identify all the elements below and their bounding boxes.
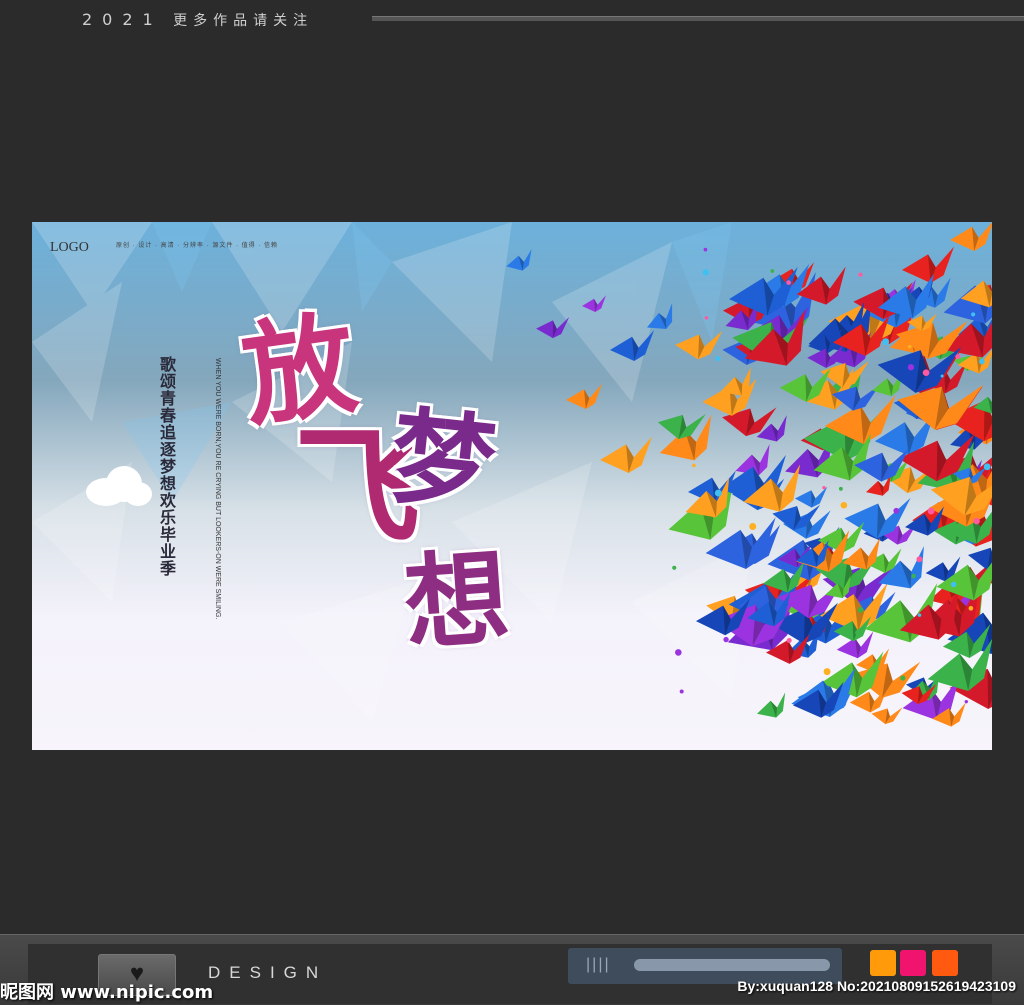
confetti-dot <box>922 369 930 377</box>
confetti-dot <box>893 507 900 514</box>
confetti-dot <box>971 312 976 317</box>
origami-birds-illustration <box>506 222 992 727</box>
origami-bird <box>646 302 673 329</box>
origami-bird <box>610 330 654 361</box>
origami-bird <box>536 317 570 339</box>
confetti-dot <box>786 280 791 285</box>
confetti-dot <box>714 489 722 497</box>
confetti-dot <box>822 485 826 490</box>
confetti-dot <box>955 354 961 360</box>
confetti-dot <box>704 316 709 320</box>
design-label: DESIGN <box>208 963 328 982</box>
confetti-dot <box>900 675 906 681</box>
watermark-site: 昵图网 www.nipic.com <box>0 982 214 1003</box>
confetti-dot <box>973 517 980 525</box>
confetti-dot <box>855 629 862 637</box>
confetti-dot <box>679 689 684 694</box>
confetti-dot <box>927 507 935 515</box>
slider-track[interactable] <box>634 959 830 971</box>
color-swatch-pink[interactable] <box>900 950 926 976</box>
confetti-dot <box>786 637 792 643</box>
origami-bird <box>582 295 606 312</box>
confetti-dot <box>692 463 696 468</box>
confetti-dot <box>674 649 682 656</box>
origami-bird <box>675 330 723 360</box>
origami-bird <box>950 222 992 251</box>
confetti-dot <box>858 272 863 277</box>
confetti-dot <box>703 247 708 252</box>
confetti-dot <box>964 699 968 704</box>
confetti-dot <box>983 463 991 471</box>
confetti-dot <box>916 556 923 563</box>
top-divider <box>372 16 1024 21</box>
origami-bird <box>566 383 602 409</box>
confetti-dot <box>823 668 831 676</box>
poster-image: LOGO 原创 · 设计 · 高清 · 分辨率 · 源文件 · 值得 · 信赖 … <box>32 222 992 750</box>
origami-bird <box>756 692 786 718</box>
confetti-dot <box>838 486 843 491</box>
origami-bird <box>600 436 652 473</box>
confetti-dot <box>715 356 721 362</box>
color-swatch-red-orange[interactable] <box>932 950 958 976</box>
confetti-dot <box>723 636 729 643</box>
confetti-dot <box>882 338 890 346</box>
confetti-dot <box>857 606 864 613</box>
confetti-dot <box>917 613 922 617</box>
confetti-dot <box>770 269 775 273</box>
confetti-dot <box>749 523 757 530</box>
confetti-dot <box>940 374 944 378</box>
confetti-dot <box>968 606 974 611</box>
slider-ticks: |||| <box>586 956 611 973</box>
confetti-dot <box>911 573 916 579</box>
confetti-dot <box>907 344 912 349</box>
origami-bird <box>506 249 532 271</box>
year-label: 2021 <box>82 10 163 29</box>
confetti-dot <box>840 501 848 509</box>
confetti-dot <box>702 269 709 276</box>
top-caption: 2021 更多作品请关注 <box>82 10 313 30</box>
confetti-dot <box>950 581 957 588</box>
origami-bird <box>657 414 706 440</box>
confetti-dot <box>907 364 915 371</box>
color-swatch-orange[interactable] <box>870 950 896 976</box>
caption-label: 更多作品请关注 <box>173 13 314 29</box>
confetti-dot <box>672 565 677 570</box>
watermark-author: By:xuquan128 No:20210809152619423109 <box>737 978 1016 994</box>
confetti-dot <box>979 358 985 365</box>
origami-bird <box>902 246 954 283</box>
